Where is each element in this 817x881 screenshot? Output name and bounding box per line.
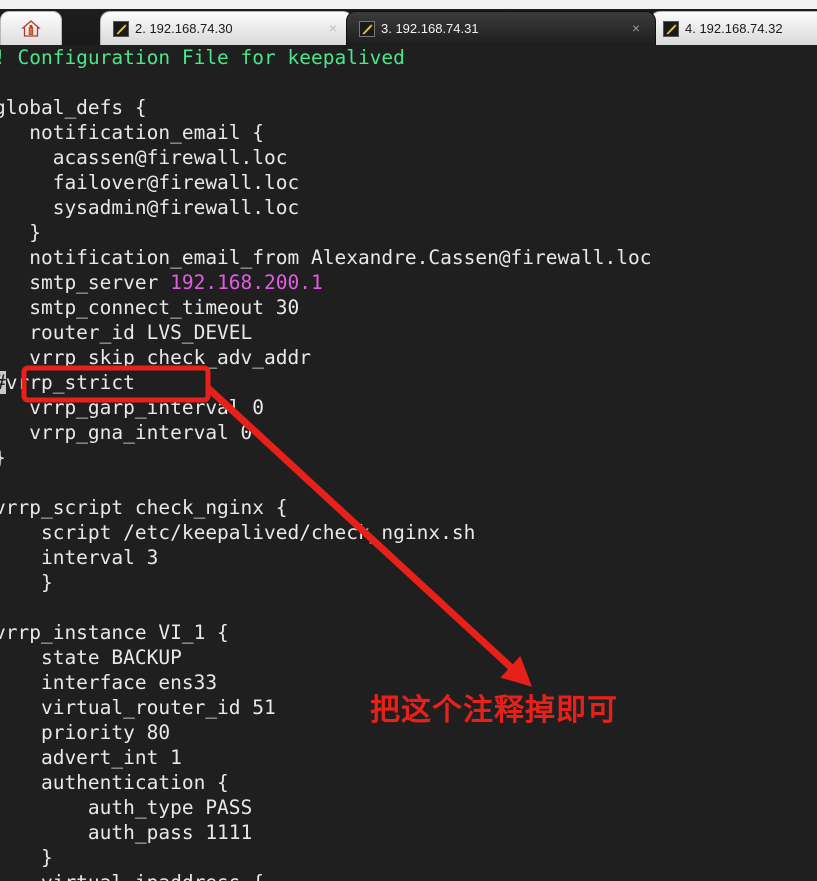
tab-192-168-74-31[interactable]: 3. 192.168.74.31 ×	[346, 11, 656, 45]
line-vrrp-skip-check-adv-addr: vrrp_skip_check_adv_addr	[0, 346, 311, 369]
tab-192-168-74-30[interactable]: 2. 192.168.74.30 ×	[100, 11, 353, 45]
line-advert-int: advert_int 1	[0, 746, 182, 769]
line-email-1: acassen@firewall.loc	[0, 146, 288, 169]
line-smtp-server-key: smtp_server	[0, 271, 171, 294]
line-interval: interval 3	[0, 546, 159, 569]
annotation-note-text: 把这个注释掉即可	[370, 693, 618, 728]
line-auth-pass: auth_pass 1111	[0, 821, 253, 844]
window-top-strip: · · · · · · · ·	[0, 0, 817, 9]
line-smtp-server-value: 192.168.200.1	[170, 271, 323, 294]
line-authentication-close: }	[40, 846, 53, 869]
tab-label: 3. 192.168.74.31	[381, 21, 479, 36]
line-virtual-router-id: virtual_router_id 51	[0, 696, 276, 719]
config-file-text: ! Configuration File for keepalived glob…	[0, 45, 651, 881]
home-icon	[21, 19, 41, 37]
line-global-defs-close: }	[0, 446, 6, 469]
tab-bar: 2. 192.168.74.30 × 3. 192.168.74.31 × 4.…	[0, 9, 817, 45]
terminal-session-icon	[663, 20, 679, 37]
tab-label: 4. 192.168.74.32	[685, 21, 783, 36]
line-virtual-ipaddress-open: virtual_ipaddress {	[0, 871, 264, 881]
tab-label: 2. 192.168.74.30	[135, 21, 233, 36]
line-vrrp-garp-interval: vrrp_garp_interval 0	[0, 396, 265, 419]
tab-close-icon[interactable]: ×	[326, 21, 340, 35]
line-smtp-connect-timeout: smtp_connect_timeout 30	[0, 296, 300, 319]
window-top-strip-ghost-text: · · · · · · · ·	[0, 0, 817, 2]
line-script-path: script /etc/keepalived/check_nginx.sh	[0, 521, 476, 544]
tab-192-168-74-32[interactable]: 4. 192.168.74.32	[650, 11, 817, 45]
tab-close-icon[interactable]: ×	[629, 21, 643, 35]
line-router-id: router_id LVS_DEVEL	[0, 321, 253, 344]
terminal-body[interactable]: ! Configuration File for keepalived glob…	[0, 45, 817, 881]
line-priority: priority 80	[0, 721, 171, 744]
line-interface: interface ens33	[0, 671, 218, 694]
home-tab[interactable]	[0, 11, 62, 45]
line-email-2: failover@firewall.loc	[0, 171, 300, 194]
line-vrrp-instance-open: vrrp_instance VI_1 {	[0, 621, 229, 644]
line-state: state BACKUP	[0, 646, 182, 669]
terminal-session-icon	[359, 20, 375, 37]
terminal-session-icon	[113, 20, 129, 37]
line-auth-type: auth_type PASS	[0, 796, 253, 819]
line-vrrp-gna-interval: vrrp_gna_interval 0	[0, 421, 253, 444]
line-vrrp-strict: vrrp_strict	[5, 371, 135, 394]
line-notification-email-open: notification_email {	[0, 121, 265, 144]
line-global-defs-open: global_defs {	[0, 96, 147, 119]
line-notification-email-from: notification_email_from Alexandre.Cassen…	[0, 246, 652, 269]
line-notification-email-close: }	[29, 221, 41, 244]
line-vrrp-script-close: }	[40, 571, 53, 594]
line-authentication-open: authentication {	[0, 771, 229, 794]
line-header-comment: ! Configuration File for keepalived	[0, 46, 405, 69]
line-vrrp-script-open: vrrp_script check_nginx {	[0, 496, 288, 519]
line-email-3: sysadmin@firewall.loc	[0, 196, 300, 219]
terminal-window: · · · · · · · · 2. 192.168.74.30 ×	[0, 0, 817, 881]
